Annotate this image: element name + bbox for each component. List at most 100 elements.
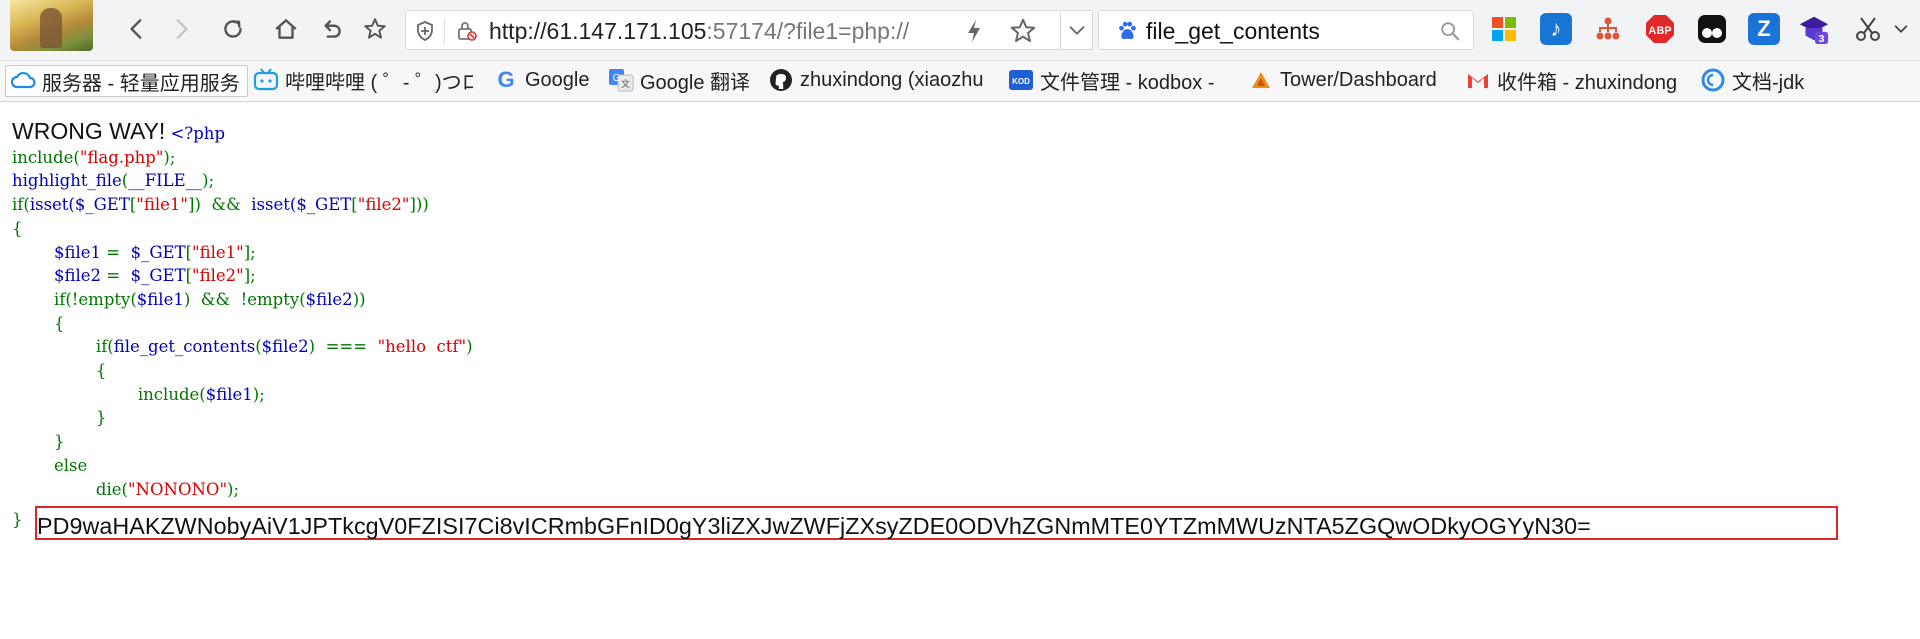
bookmark-label: 服务器 - 轻量应用服务 [42, 72, 240, 95]
code-token: include( [12, 147, 80, 167]
code-token: ])) [409, 195, 429, 215]
code-token: $_GET [130, 242, 186, 262]
base64-output-text: PD9waHAKZWNobyAiV1JPTkcgV0FZISI7Ci8vICRm… [37, 513, 1591, 539]
code-token: } [95, 408, 107, 428]
search-icon[interactable] [1439, 20, 1461, 42]
code-token: ) === [308, 337, 378, 357]
code-token: isset( [251, 195, 297, 215]
address-bar[interactable]: http://61.147.171.105:57174/?file1=php:/… [405, 10, 1061, 50]
code-token: <?php [170, 124, 226, 143]
bookmark-item[interactable]: KOD 文件管理 - kodbox - [1008, 65, 1230, 95]
shield-icon[interactable] [413, 19, 437, 43]
forward-button[interactable] [164, 12, 198, 46]
svg-text:KOD: KOD [1012, 77, 1030, 86]
bilibili-icon [253, 67, 279, 93]
code-string: "file1" [136, 195, 189, 215]
code-string: "hello ctf" [377, 337, 467, 357]
search-box[interactable]: file_get_contents [1098, 10, 1474, 50]
toolbar-menu-chevron-icon[interactable] [1890, 13, 1912, 45]
browser-toolbar: http://61.147.171.105:57174/?file1=php:/… [0, 0, 1920, 61]
code-token: __FILE__ [128, 171, 203, 191]
baidu-paw-icon[interactable] [1116, 20, 1138, 42]
bookmark-label: zhuxindong (xiaozhu [800, 68, 984, 91]
code-token: file_get_contents [113, 337, 256, 357]
tiles-extension-icon[interactable] [1488, 13, 1520, 45]
code-token: include( [137, 384, 206, 404]
google-translate-icon: G文 [608, 67, 634, 93]
chevron-down-icon [1069, 26, 1084, 35]
code-token: highlight_file [12, 171, 122, 191]
wrong-way-text: WRONG WAY! [12, 118, 166, 144]
php-source-code: WRONG WAY! <?php include("flag.php"); hi… [12, 118, 473, 501]
adblock-plus-icon[interactable]: ABP [1644, 13, 1676, 45]
home-icon [275, 19, 297, 39]
scissors-icon[interactable] [1852, 13, 1884, 45]
github-icon [768, 67, 794, 93]
code-closing-brace: } [12, 510, 23, 529]
code-token: ) && !empty( [183, 289, 306, 309]
bookmark-label: Tower/Dashboard [1280, 68, 1437, 91]
svg-text:3: 3 [1819, 34, 1825, 45]
code-token: $file2 [305, 289, 353, 309]
page-content: WRONG WAY! <?php include("flag.php"); hi… [0, 102, 1920, 639]
bookmark-item[interactable]: 服务器 - 轻量应用服务 [5, 65, 248, 97]
code-token: $_GET [296, 195, 352, 215]
code-token: ]) && [188, 195, 252, 215]
insecure-lock-icon[interactable] [454, 19, 478, 43]
address-dropdown-button[interactable] [1061, 10, 1093, 50]
url-text[interactable]: http://61.147.171.105:57174/?file1=php:/… [489, 19, 909, 43]
code-token: else [53, 455, 88, 475]
code-token: $file1 [205, 384, 253, 404]
code-string: "NONONO" [127, 479, 228, 499]
bookmark-item[interactable]: Tower/Dashboard [1248, 65, 1453, 95]
bookmark-star-icon[interactable] [1008, 16, 1038, 46]
star-outline-icon [364, 18, 386, 39]
bookmark-item[interactable]: zhuxindong (xiaozhu [768, 65, 990, 95]
code-token: { [53, 313, 65, 333]
bookmarks-bar: 服务器 - 轻量应用服务 哔哩哔哩 ( ゜- ゜)つロ G Google G文 … [0, 61, 1920, 102]
address-separator [444, 19, 445, 43]
bookmark-item[interactable]: 文档-jdk [1700, 65, 1830, 95]
code-string: "file2" [192, 266, 244, 286]
code-token: $file1 [136, 289, 184, 309]
bookmark-label: Google [525, 68, 590, 91]
svg-text:ABP: ABP [1648, 25, 1671, 37]
kodbox-icon: KOD [1008, 67, 1034, 93]
code-token: ]; [243, 242, 256, 262]
search-input[interactable]: file_get_contents [1146, 18, 1320, 44]
sitemap-extension-icon[interactable] [1592, 13, 1624, 45]
code-token: $file2 [261, 337, 309, 357]
highlight-box: PD9waHAKZWNobyAiV1JPTkcgV0FZISI7Ci8vICRm… [35, 506, 1838, 540]
reload-button[interactable] [216, 12, 250, 46]
docs-icon [1700, 67, 1726, 93]
j-extension-icon[interactable]: ♪ [1540, 13, 1572, 45]
code-token: = [106, 242, 126, 262]
code-token: = [106, 266, 126, 286]
code-token: ) [466, 337, 473, 357]
code-token: if( [95, 337, 114, 357]
home-button[interactable] [269, 12, 303, 46]
bookmark-item[interactable]: 收件箱 - zhuxindong [1465, 65, 1683, 95]
bookmark-item[interactable]: G文 Google 翻译 [608, 65, 758, 95]
graduation-extension-icon[interactable]: 3 [1798, 13, 1830, 45]
back-button[interactable] [120, 12, 154, 46]
lightning-icon[interactable] [962, 18, 986, 44]
profile-avatar[interactable] [10, 0, 93, 51]
bookmark-item[interactable]: G Google [493, 65, 593, 95]
bookmark-label: 收件箱 - zhuxindong [1497, 71, 1678, 94]
code-token: ); [202, 171, 215, 191]
tower-icon [1248, 67, 1274, 93]
tampermonkey-icon[interactable] [1696, 13, 1728, 45]
back-arrow-icon [130, 19, 142, 39]
code-token: $file1 [53, 242, 107, 262]
svg-text:G: G [613, 73, 621, 84]
gmail-icon [1465, 67, 1491, 93]
undo-icon [324, 20, 341, 38]
favorites-button[interactable] [358, 12, 392, 46]
undo-close-tab-button[interactable] [314, 12, 348, 46]
bookmark-item[interactable]: 哔哩哔哩 ( ゜- ゜)つロ [253, 65, 473, 95]
svg-text:文: 文 [621, 78, 630, 90]
code-string: "file1" [192, 242, 244, 262]
code-string: "file2" [357, 195, 410, 215]
zhihu-extension-icon[interactable]: Z [1748, 13, 1780, 45]
